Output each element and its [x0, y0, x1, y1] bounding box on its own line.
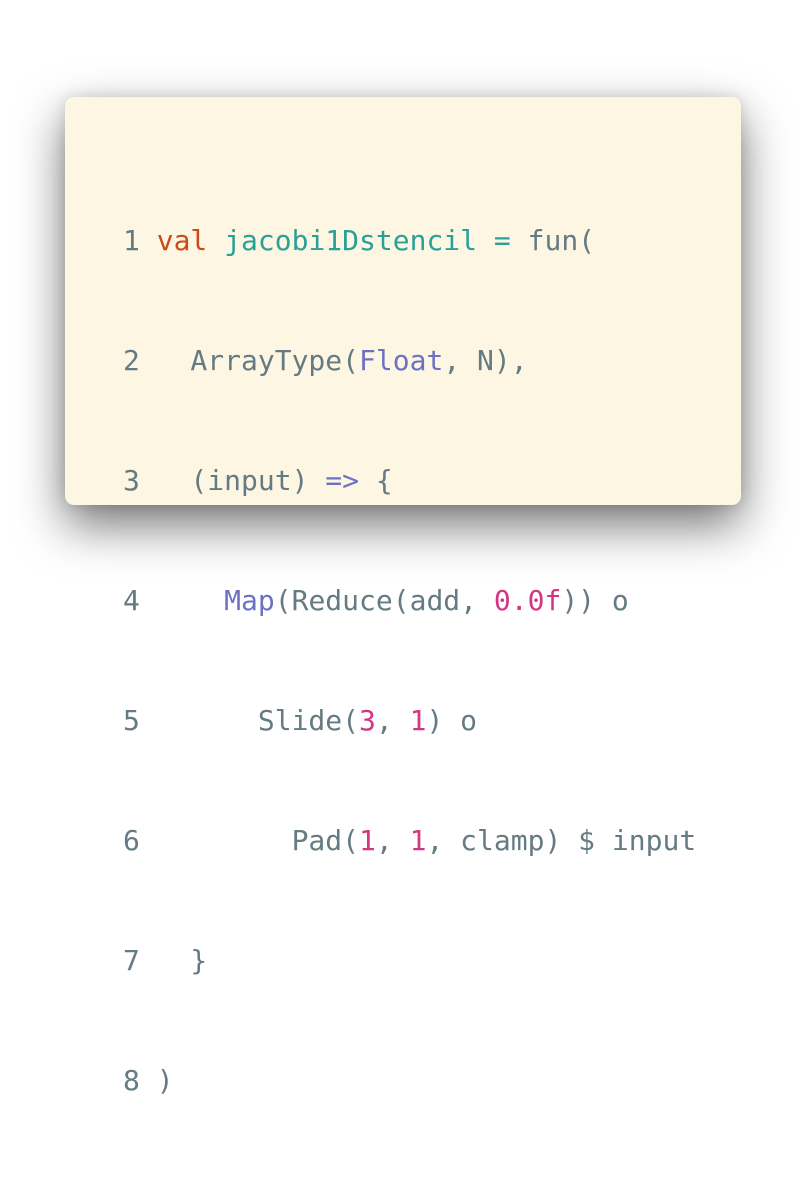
code-token: (Reduce(add,	[274, 584, 494, 617]
code-token: 1	[409, 704, 427, 737]
code-token: jacobi1Dstencil	[224, 224, 478, 257]
code-line: 6 Pad(1, 1, clamp) $ input	[123, 821, 696, 861]
code-line: 5 Slide(3, 1) o	[123, 701, 696, 741]
code-token: Pad(	[156, 824, 360, 857]
code-block: 1 val jacobi1Dstencil = fun( 2 ArrayType…	[123, 141, 696, 1181]
code-token: val	[156, 224, 208, 257]
code-line: 3 (input) => {	[123, 461, 696, 501]
code-token: Map	[224, 584, 275, 617]
line-number: 1	[123, 224, 140, 257]
line-number: 2	[123, 344, 140, 377]
code-token: fun(	[510, 224, 596, 257]
code-token: {	[359, 464, 393, 497]
line-number: 8	[123, 1064, 140, 1097]
code-token: Float	[359, 344, 444, 377]
code-token: =>	[325, 464, 360, 497]
code-token: =	[493, 224, 511, 257]
line-number: 6	[123, 824, 140, 857]
code-token: , N),	[443, 344, 528, 377]
code-line: 1 val jacobi1Dstencil = fun(	[123, 221, 696, 261]
code-token: (input)	[156, 464, 326, 497]
code-token: ) o	[426, 704, 478, 737]
code-token: )	[156, 1064, 174, 1097]
code-token: ,	[375, 704, 410, 737]
line-number: 4	[123, 584, 140, 617]
code-token: 1	[359, 824, 376, 857]
code-line: 8 )	[123, 1061, 696, 1101]
code-token: 1	[409, 824, 427, 857]
line-number: 5	[123, 704, 140, 737]
code-token: 0.0f	[493, 584, 562, 617]
code-token: Slide(	[156, 704, 360, 737]
line-number: 7	[123, 944, 140, 977]
code-token: ArrayType(	[156, 344, 360, 377]
code-token: , clamp) $ input	[426, 824, 697, 857]
code-token: }	[156, 944, 208, 977]
code-token: ,	[375, 824, 410, 857]
code-token: )) o	[561, 584, 629, 617]
line-number: 3	[123, 464, 140, 497]
code-line: 7 }	[123, 941, 696, 981]
code-token: 3	[359, 704, 376, 737]
code-card: 1 val jacobi1Dstencil = fun( 2 ArrayType…	[65, 97, 741, 1097]
code-line: 4 Map(Reduce(add, 0.0f)) o	[123, 581, 696, 621]
code-line: 2 ArrayType(Float, N),	[123, 341, 696, 381]
